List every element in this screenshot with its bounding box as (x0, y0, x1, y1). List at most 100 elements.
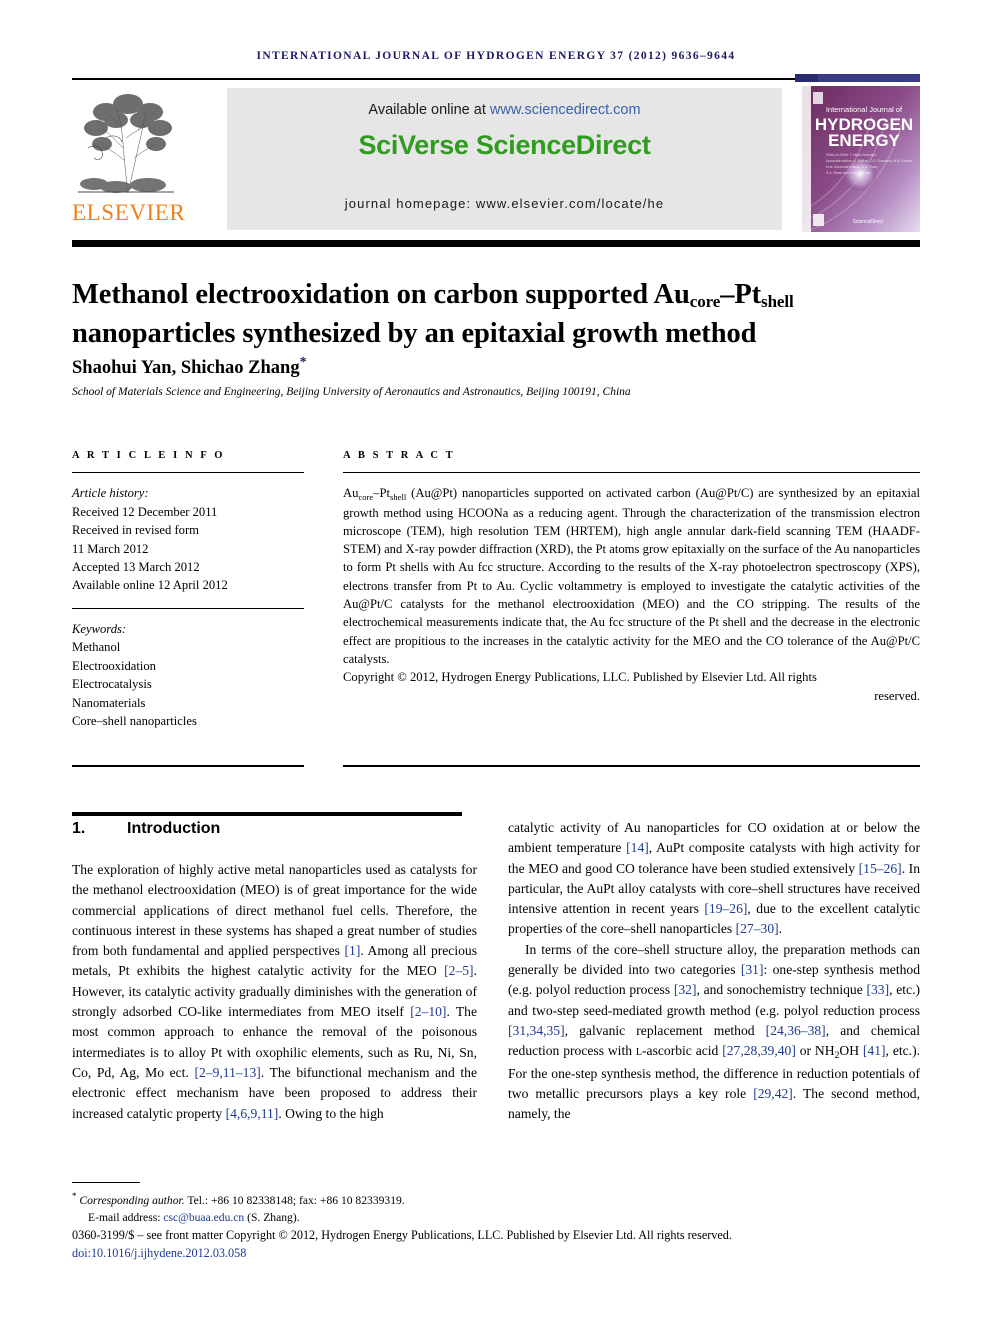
title-part-b: –Pt (720, 279, 762, 311)
abstract-lead-a: Au (343, 486, 359, 501)
citation-ref[interactable]: [14] (626, 840, 649, 855)
sciencedirect-banner: Available online at www.sciencedirect.co… (227, 88, 782, 230)
svg-text:ScienceDirect: ScienceDirect (853, 219, 884, 225)
text-run: OH (839, 1043, 863, 1059)
text-run: , galvanic replacement method (564, 1022, 766, 1038)
author-list: Shaohui Yan, Shichao Zhang* (72, 355, 920, 379)
available-online-prefix: Available online at (368, 102, 490, 118)
journal-cover-image: International Journal of HYDROGEN ENERGY… (802, 86, 920, 232)
citation-ref[interactable]: [1] (345, 943, 361, 958)
svg-text:International Journal of: International Journal of (826, 105, 903, 114)
text-run: -ascorbic acid (642, 1043, 723, 1059)
keywords-rule (72, 607, 304, 610)
corresponding-author-label: Corresponding author. (79, 1193, 185, 1207)
abstract-bottom-rule (343, 765, 920, 767)
issn-copyright-line: 0360-3199/$ – see front matter Copyright… (72, 1228, 732, 1242)
svg-text:Editor-in-Chief: T. Nejat Vez: Editor-in-Chief: T. Nejat Veziroglu (826, 153, 876, 157)
article-history-item: Received in revised form (72, 523, 199, 538)
paragraph: catalytic activity of Au nanoparticles f… (508, 818, 920, 940)
citation-ref[interactable]: [27–30] (736, 921, 779, 936)
sciverse-sciencedirect-wordmark: SciVerse ScienceDirect (358, 130, 651, 160)
article-info-column: A R T I C L E I N F O Article history: R… (72, 450, 304, 730)
abstract-sub-core: core (358, 491, 374, 502)
author-names: Shaohui Yan, Shichao Zhang (72, 358, 300, 379)
email-label: E-mail address: (88, 1210, 161, 1224)
citation-ref[interactable]: [2–10] (410, 1004, 446, 1019)
header-rule (72, 78, 920, 80)
article-info-rule (72, 472, 304, 474)
title-sub-shell: shell (761, 292, 794, 312)
title-part-a: Methanol electrooxidation on carbon supp… (72, 279, 690, 311)
abstract-copyright: Copyright © 2012, Hydrogen Energy Public… (343, 670, 817, 685)
citation-ref[interactable]: [31,34,35] (508, 1023, 565, 1038)
citation-ref[interactable]: [41] (863, 1043, 886, 1058)
text-run: . (778, 921, 783, 937)
body-column-right: catalytic activity of Au nanoparticles f… (508, 818, 920, 1124)
citation-ref[interactable]: [4,6,9,11] (226, 1106, 279, 1121)
citation-ref[interactable]: [2–5] (444, 963, 473, 978)
abstract-column: A B S T R A C T Aucore–Ptshell (Au@Pt) n… (343, 450, 920, 705)
section-number: 1. (72, 820, 86, 837)
abstract-text: (Au@Pt) nanoparticles supported on activ… (343, 486, 920, 666)
elsevier-tree-icon (76, 88, 176, 200)
svg-text:ENERGY: ENERGY (828, 131, 900, 150)
sciencedirect-url[interactable]: www.sciencedirect.com (490, 102, 641, 118)
corresponding-author-contact: Tel.: +86 10 82338148; fax: +86 10 82339… (184, 1193, 405, 1207)
abstract-lead-b: –Pt (373, 486, 391, 501)
journal-homepage-line[interactable]: journal homepage: www.elsevier.com/locat… (227, 196, 782, 211)
email-link[interactable]: csc@buaa.edu.cn (163, 1211, 244, 1224)
imprint-block: 0360-3199/$ – see front matter Copyright… (72, 1227, 932, 1262)
citation-ref[interactable]: [19–26] (704, 901, 747, 916)
article-history-item: Received 12 December 2011 (72, 504, 218, 519)
text-run: or NH (795, 1043, 835, 1059)
citation-ref[interactable]: [31] (741, 962, 764, 977)
section-title: Introduction (127, 820, 221, 837)
paragraph: The exploration of highly active metal n… (72, 860, 477, 1124)
article-history-item: Accepted 13 March 2012 (72, 559, 200, 574)
page-title: Methanol electrooxidation on carbon supp… (72, 277, 932, 352)
citation-ref[interactable]: [24,36–38] (766, 1023, 826, 1038)
email-owner: (S. Zhang). (244, 1210, 300, 1224)
abstract-body: Aucore–Ptshell (Au@Pt) nanoparticles sup… (343, 484, 920, 668)
running-head: International Journal of Hydrogen Energy… (256, 50, 736, 62)
keyword-item: Nanomaterials (72, 695, 146, 710)
article-history-item: 11 March 2012 (72, 541, 149, 556)
doi-link[interactable]: doi:10.1016/j.ijhydene.2012.03.058 (72, 1245, 932, 1263)
article-info-heading: A R T I C L E I N F O (72, 450, 226, 461)
citation-ref[interactable]: [2–9,11–13] (194, 1065, 260, 1080)
section-heading: 1. Introduction (72, 820, 472, 838)
keyword-item: Electrooxidation (72, 658, 156, 673)
keywords-block: Keywords: Methanol Electrooxidation Elec… (72, 620, 304, 730)
header-rule-accent (795, 74, 920, 82)
text-run: . Owing to the high (278, 1105, 384, 1121)
article-history-label: Article history: (72, 486, 149, 501)
section-heading-rule (72, 812, 462, 816)
citation-ref[interactable]: [27,28,39,40] (722, 1043, 796, 1058)
journal-cover-art: International Journal of HYDROGEN ENERGY… (802, 86, 920, 232)
abstract-heading: A B S T R A C T (343, 450, 456, 461)
corresponding-author-marker: * (299, 355, 307, 370)
svg-text:Associate editors: A. Bigliosi: Associate editors: A. Bigliosi, D.Y. Gos… (826, 159, 913, 163)
keyword-item: Methanol (72, 640, 121, 655)
affiliation: School of Materials Science and Engineer… (72, 386, 631, 398)
elsevier-logo: ELSEVIER (72, 86, 186, 232)
chemical-subscript: 2 (834, 1050, 840, 1062)
footnote-rule (72, 1182, 140, 1184)
corresponding-author-note: * Corresponding author. Tel.: +86 10 823… (72, 1188, 920, 1209)
abstract-rule (343, 472, 920, 474)
citation-ref[interactable]: [29,42] (753, 1086, 793, 1101)
citation-ref[interactable]: [15–26] (859, 861, 902, 876)
keyword-item: Electrocatalysis (72, 677, 152, 692)
citation-ref[interactable]: [33] (866, 982, 889, 997)
citation-ref[interactable]: [32] (674, 982, 697, 997)
abstract-copyright-tail: reserved. (874, 688, 920, 703)
available-online-line: Available online at www.sciencedirect.co… (227, 102, 782, 118)
keywords-label: Keywords: (72, 622, 127, 637)
paragraph: In terms of the core–shell structure all… (508, 940, 920, 1125)
svg-text:et al. Associate editors, D.K.: et al. Associate editors, D.K. Ross, (826, 165, 878, 169)
masthead: ELSEVIER Available online at www.science… (72, 86, 920, 232)
elsevier-wordmark: ELSEVIER (72, 200, 186, 225)
title-line2: nanoparticles synthesized by an epitaxia… (72, 318, 757, 350)
email-note: E-mail address: csc@buaa.edu.cn (S. Zhan… (72, 1209, 920, 1226)
journal-article-page: International Journal of Hydrogen Energy… (0, 0, 992, 1323)
